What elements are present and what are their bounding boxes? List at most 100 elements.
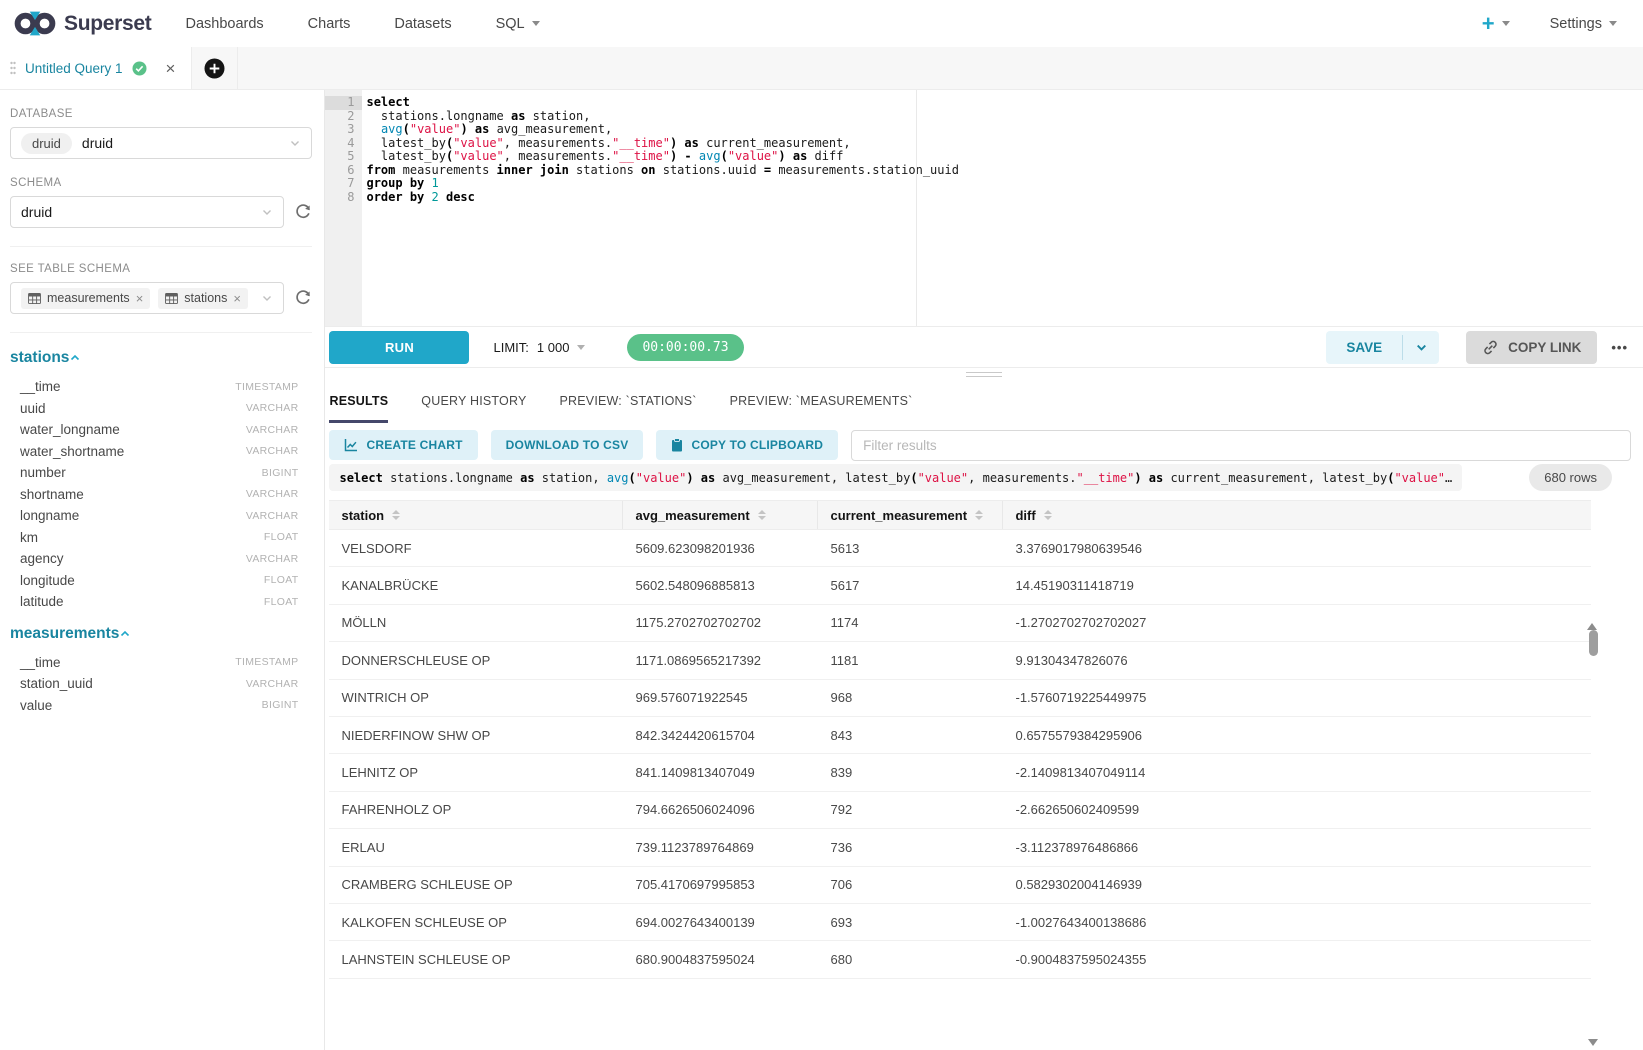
schema-section-measurements[interactable]: measurements [10, 625, 312, 643]
pane-resize-handle[interactable] [325, 367, 1643, 381]
scroll-up-icon[interactable] [1587, 606, 1597, 630]
schema-section-stations[interactable]: stations [10, 349, 312, 367]
sql-editor[interactable]: 12345678 select stations.longname as sta… [325, 90, 1643, 327]
results-scrollbar[interactable] [1587, 606, 1599, 1046]
schema-column-row: kmFLOAT [10, 527, 312, 549]
nav-item-charts[interactable]: Charts [308, 16, 351, 32]
refresh-tables-icon[interactable] [294, 289, 312, 307]
sql-token: diff [807, 149, 843, 163]
sql-token: station, [535, 471, 607, 485]
line-number: 7 [325, 177, 354, 191]
cell-station: ERLAU [329, 829, 623, 865]
column-name: longitude [20, 573, 75, 588]
cell-avg_measurement: 1175.2702702702702 [623, 605, 818, 641]
close-tab-icon[interactable]: × [166, 60, 176, 77]
new-item-menu[interactable]: + [1482, 13, 1510, 35]
column-header-diff[interactable]: diff [1003, 501, 1591, 529]
column-name: __time [20, 379, 61, 394]
sql-token: ( [629, 471, 636, 485]
column-header-label: avg_measurement [635, 508, 749, 523]
cell-diff: -2.1409813407049114 [1003, 754, 1591, 790]
database-select[interactable]: druid druid [10, 127, 312, 159]
save-button[interactable]: SAVE [1326, 331, 1402, 364]
sql-token [694, 471, 701, 485]
tab-preview-stations[interactable]: PREVIEW: `STATIONS` [559, 394, 696, 420]
superset-brand[interactable]: Superset [14, 10, 151, 37]
run-button[interactable]: RUN [329, 331, 469, 364]
sidebar-divider [10, 332, 312, 333]
save-options-button[interactable] [1403, 331, 1439, 364]
query-preview-row: select stations.longname as station, avg… [325, 464, 1643, 496]
copy-link-button[interactable]: COPY LINK [1466, 331, 1597, 364]
table-tag-measurements[interactable]: measurements× [21, 288, 150, 309]
cell-diff: -1.0027643400138686 [1003, 904, 1591, 940]
sql-token [439, 190, 446, 204]
cell-current_measurement: 736 [818, 829, 1003, 865]
column-name: __time [20, 655, 61, 670]
cell-station: WINTRICH OP [329, 680, 623, 716]
results-tabs: RESULTS QUERY HISTORY PREVIEW: `STATIONS` P… [325, 381, 1643, 430]
cell-station: VELSDORF [329, 530, 623, 566]
refresh-schema-icon[interactable] [294, 203, 312, 221]
column-name: longname [20, 508, 79, 523]
column-header-current_measurement[interactable]: current_measurement [818, 501, 1003, 529]
column-header-avg_measurement[interactable]: avg_measurement [623, 501, 818, 529]
sql-token: station, [525, 109, 590, 123]
query-tab-untitled[interactable]: Untitled Query 1 × [0, 47, 192, 89]
sort-icon [975, 510, 983, 520]
sql-token [786, 149, 793, 163]
limit-dropdown[interactable]: LIMIT: 1 000 [493, 340, 585, 355]
remove-table-icon[interactable]: × [136, 291, 144, 306]
schema-column-row: __timeTIMESTAMP [10, 376, 312, 398]
new-query-tab-button[interactable] [192, 47, 238, 89]
schema-select[interactable]: druid [10, 196, 284, 228]
scroll-down-icon[interactable] [1588, 1039, 1598, 1046]
chevron-down-icon [261, 292, 273, 304]
column-name: number [20, 465, 66, 480]
sql-token: "value" [410, 122, 461, 136]
code-line: select [366, 96, 1643, 110]
cell-current_measurement: 968 [818, 680, 1003, 716]
cell-diff: 0.6575579384295906 [1003, 717, 1591, 753]
drag-handle-icon[interactable] [10, 61, 16, 75]
schema-column-row: latitudeFLOAT [10, 591, 312, 613]
table-tag-stations[interactable]: stations× [158, 288, 248, 309]
sql-token: avg [699, 149, 721, 163]
sort-icon [392, 510, 400, 520]
sql-token: "value" [453, 136, 504, 150]
column-name: agency [20, 551, 64, 566]
settings-menu[interactable]: Settings [1550, 16, 1617, 32]
sql-token: as [1149, 471, 1163, 485]
editor-code[interactable]: select stations.longname as station, avg… [362, 90, 1643, 326]
cell-diff: -1.5760719225449975 [1003, 680, 1591, 716]
column-type: VARCHAR [246, 678, 299, 690]
copy-clipboard-button[interactable]: COPY TO CLIPBOARD [656, 430, 838, 460]
create-chart-button[interactable]: CREATE CHART [329, 430, 477, 460]
tab-results[interactable]: RESULTS [329, 394, 388, 423]
schema-column-row: water_shortnameVARCHAR [10, 441, 312, 463]
sql-token: ) [686, 471, 693, 485]
table-row: MÖLLN1175.27027027027021174-1.2702702702… [329, 605, 1591, 642]
tab-query-history[interactable]: QUERY HISTORY [421, 394, 526, 420]
filter-results-input[interactable] [851, 430, 1631, 461]
cell-current_measurement: 5617 [818, 567, 1003, 603]
schema-column-row: uuidVARCHAR [10, 398, 312, 420]
remove-table-icon[interactable]: × [233, 291, 241, 306]
sql-token: 1 [432, 176, 439, 190]
nav-item-dashboards[interactable]: Dashboards [185, 16, 263, 32]
sqllab-sidebar: DATABASE druid druid SCHEMA druid [0, 90, 325, 1050]
sql-token: as [793, 149, 807, 163]
sql-token [692, 149, 699, 163]
limit-value: 1 000 [537, 340, 570, 355]
scrollbar-thumb[interactable] [1589, 630, 1598, 656]
nav-item-datasets[interactable]: Datasets [394, 16, 451, 32]
column-header-station[interactable]: station [329, 501, 623, 529]
table-schema-select[interactable]: measurements× stations× [10, 282, 284, 314]
tab-preview-measurements[interactable]: PREVIEW: `MEASUREMENTS` [730, 394, 913, 420]
sql-token: ( [1387, 471, 1394, 485]
download-csv-button[interactable]: DOWNLOAD TO CSV [491, 430, 644, 460]
chevron-down-icon [261, 206, 273, 218]
more-actions-button[interactable]: ••• [1611, 340, 1628, 355]
nav-item-sql[interactable]: SQL [496, 16, 540, 32]
sort-asc-icon [1044, 510, 1052, 514]
